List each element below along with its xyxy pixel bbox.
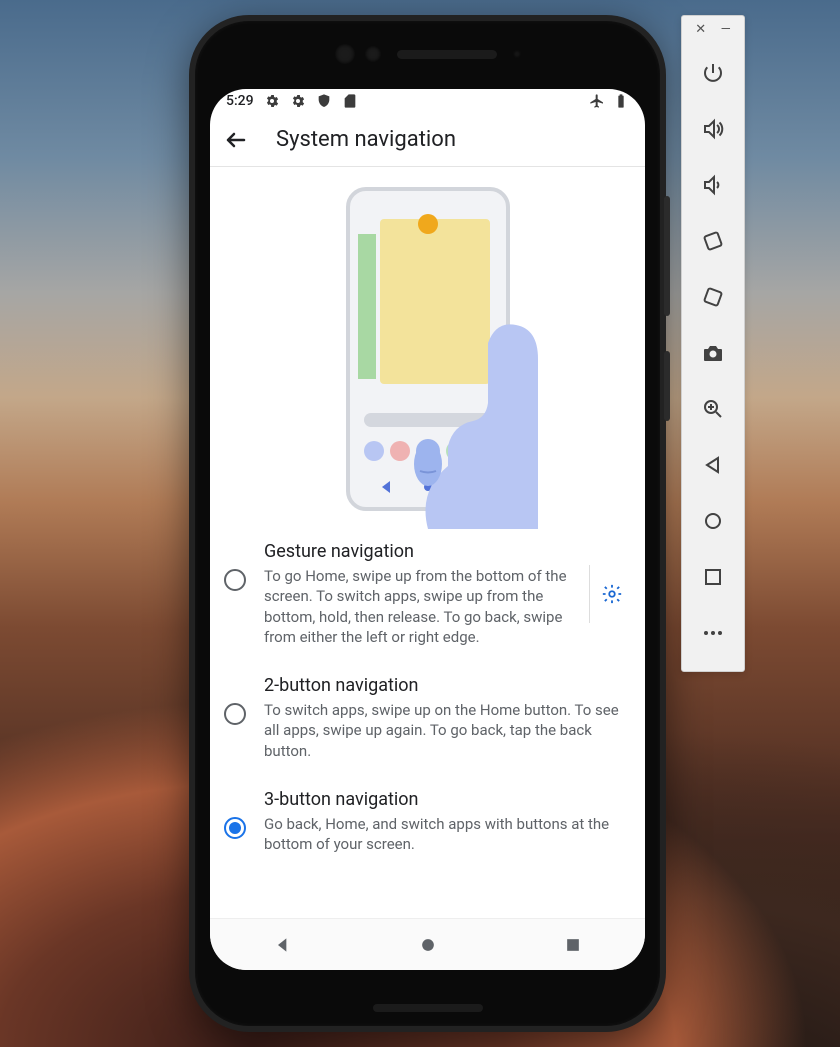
emulator-toolbar: ✕ — — [681, 15, 745, 672]
emulator-screenshot-button[interactable] — [689, 329, 737, 377]
square-overview-icon — [701, 565, 725, 589]
emulator-minimize-button[interactable]: — — [721, 22, 731, 37]
status-bar: 5:29 — [210, 89, 645, 113]
gear-icon — [601, 583, 623, 605]
airplane-mode-icon — [589, 93, 605, 109]
emulator-rotate-right-button[interactable] — [689, 273, 737, 321]
volume-down-icon — [701, 173, 725, 197]
emulator-rotate-left-button[interactable] — [689, 217, 737, 265]
camera-icon — [701, 341, 725, 365]
triangle-back-icon — [701, 453, 725, 477]
device-power-button — [664, 351, 670, 421]
option-gesture-navigation[interactable]: Gesture navigation To go Home, swipe up … — [210, 527, 645, 661]
emulator-volume-up-button[interactable] — [689, 105, 737, 153]
page-title: System navigation — [276, 127, 456, 152]
back-arrow-icon[interactable] — [224, 128, 248, 152]
emulator-volume-down-button[interactable] — [689, 161, 737, 209]
status-time: 5:29 — [226, 93, 254, 109]
power-icon — [701, 61, 725, 85]
emulator-close-button[interactable]: ✕ — [695, 22, 706, 37]
more-horizontal-icon — [701, 621, 725, 645]
battery-icon — [613, 93, 629, 109]
option-description: To go Home, swipe up from the bottom of … — [264, 566, 571, 647]
emulator-zoom-button[interactable] — [689, 385, 737, 433]
option-2-button-navigation[interactable]: 2-button navigation To switch apps, swip… — [210, 661, 645, 775]
circle-home-icon — [701, 509, 725, 533]
emulator-back-button[interactable] — [689, 441, 737, 489]
gear-icon — [290, 93, 306, 109]
zoom-in-icon — [701, 397, 725, 421]
option-3-button-navigation[interactable]: 3-button navigation Go back, Home, and s… — [210, 775, 645, 869]
rotate-left-icon — [701, 229, 725, 253]
sd-card-icon — [342, 93, 358, 109]
option-settings-button[interactable] — [589, 565, 633, 623]
nav-overview-icon[interactable] — [563, 935, 583, 955]
radio-icon[interactable] — [224, 703, 246, 725]
radio-icon[interactable] — [224, 569, 246, 591]
device-volume-rocker — [664, 196, 670, 316]
emulator-overview-button[interactable] — [689, 553, 737, 601]
device-bottom-speaker — [373, 1004, 483, 1012]
option-description: To switch apps, swipe up on the Home but… — [264, 700, 633, 761]
rotate-right-icon — [701, 285, 725, 309]
settings-content[interactable]: Gesture navigation To go Home, swipe up … — [210, 167, 645, 918]
emulator-home-button[interactable] — [689, 497, 737, 545]
nav-home-icon[interactable] — [418, 935, 438, 955]
volume-up-icon — [701, 117, 725, 141]
option-title: 2-button navigation — [264, 675, 633, 696]
option-title: 3-button navigation — [264, 789, 633, 810]
radio-icon[interactable] — [224, 817, 246, 839]
option-title: Gesture navigation — [264, 541, 571, 562]
device-screen: 5:29 System navigation — [210, 89, 645, 970]
nav-back-icon[interactable] — [273, 935, 293, 955]
gear-icon — [264, 93, 280, 109]
shield-icon — [316, 93, 332, 109]
app-bar: System navigation — [210, 113, 645, 167]
system-navigation-bar — [210, 918, 645, 970]
device-top-sensors — [195, 39, 660, 69]
navigation-illustration — [210, 167, 645, 527]
device-frame: 5:29 System navigation — [189, 15, 666, 1032]
emulator-power-button[interactable] — [689, 49, 737, 97]
emulator-more-button[interactable] — [689, 609, 737, 657]
option-description: Go back, Home, and switch apps with butt… — [264, 814, 633, 855]
